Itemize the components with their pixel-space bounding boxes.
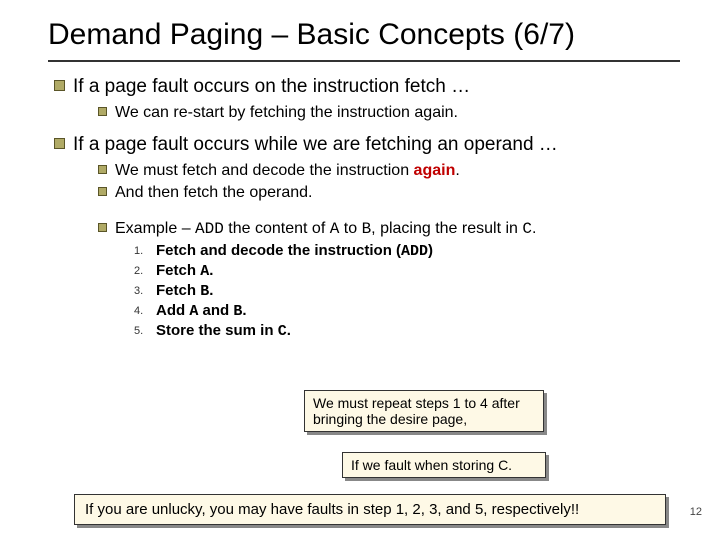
bullet-icon [54,80,65,91]
bullet-2-sub-1: We must fetch and decode the instruction… [98,162,680,180]
page-number: 12 [690,506,702,518]
step-1: 1.Fetch and decode the instruction (ADD) [134,242,680,260]
bullet-2-sub-3: Example – ADD the content of A to B, pla… [98,220,680,238]
bullet-icon [98,223,107,232]
step-2: 2.Fetch A. [134,262,680,280]
step-4: 4.Add A and B. [134,302,680,320]
bullet-2-sub-2: And then fetch the operand. [98,184,680,202]
step-3: 3.Fetch B. [134,282,680,300]
bullet-icon [98,187,107,196]
callout-repeat-steps: We must repeat steps 1 to 4 after bringi… [304,390,544,432]
bullet-icon [98,107,107,116]
bullet-icon [98,165,107,174]
bullet-1-sub-1: We can re-start by fetching the instruct… [98,104,680,122]
bullet-2: If a page fault occurs while we are fetc… [54,134,680,156]
bullet-1: If a page fault occurs on the instructio… [54,76,680,98]
bullet-icon [54,138,65,149]
step-5: 5.Store the sum in C. [134,322,680,340]
callout-fault-storing: If we fault when storing C. [342,452,546,478]
slide-title: Demand Paging – Basic Concepts (6/7) [48,18,680,62]
footer-note: If you are unlucky, you may have faults … [74,494,666,525]
